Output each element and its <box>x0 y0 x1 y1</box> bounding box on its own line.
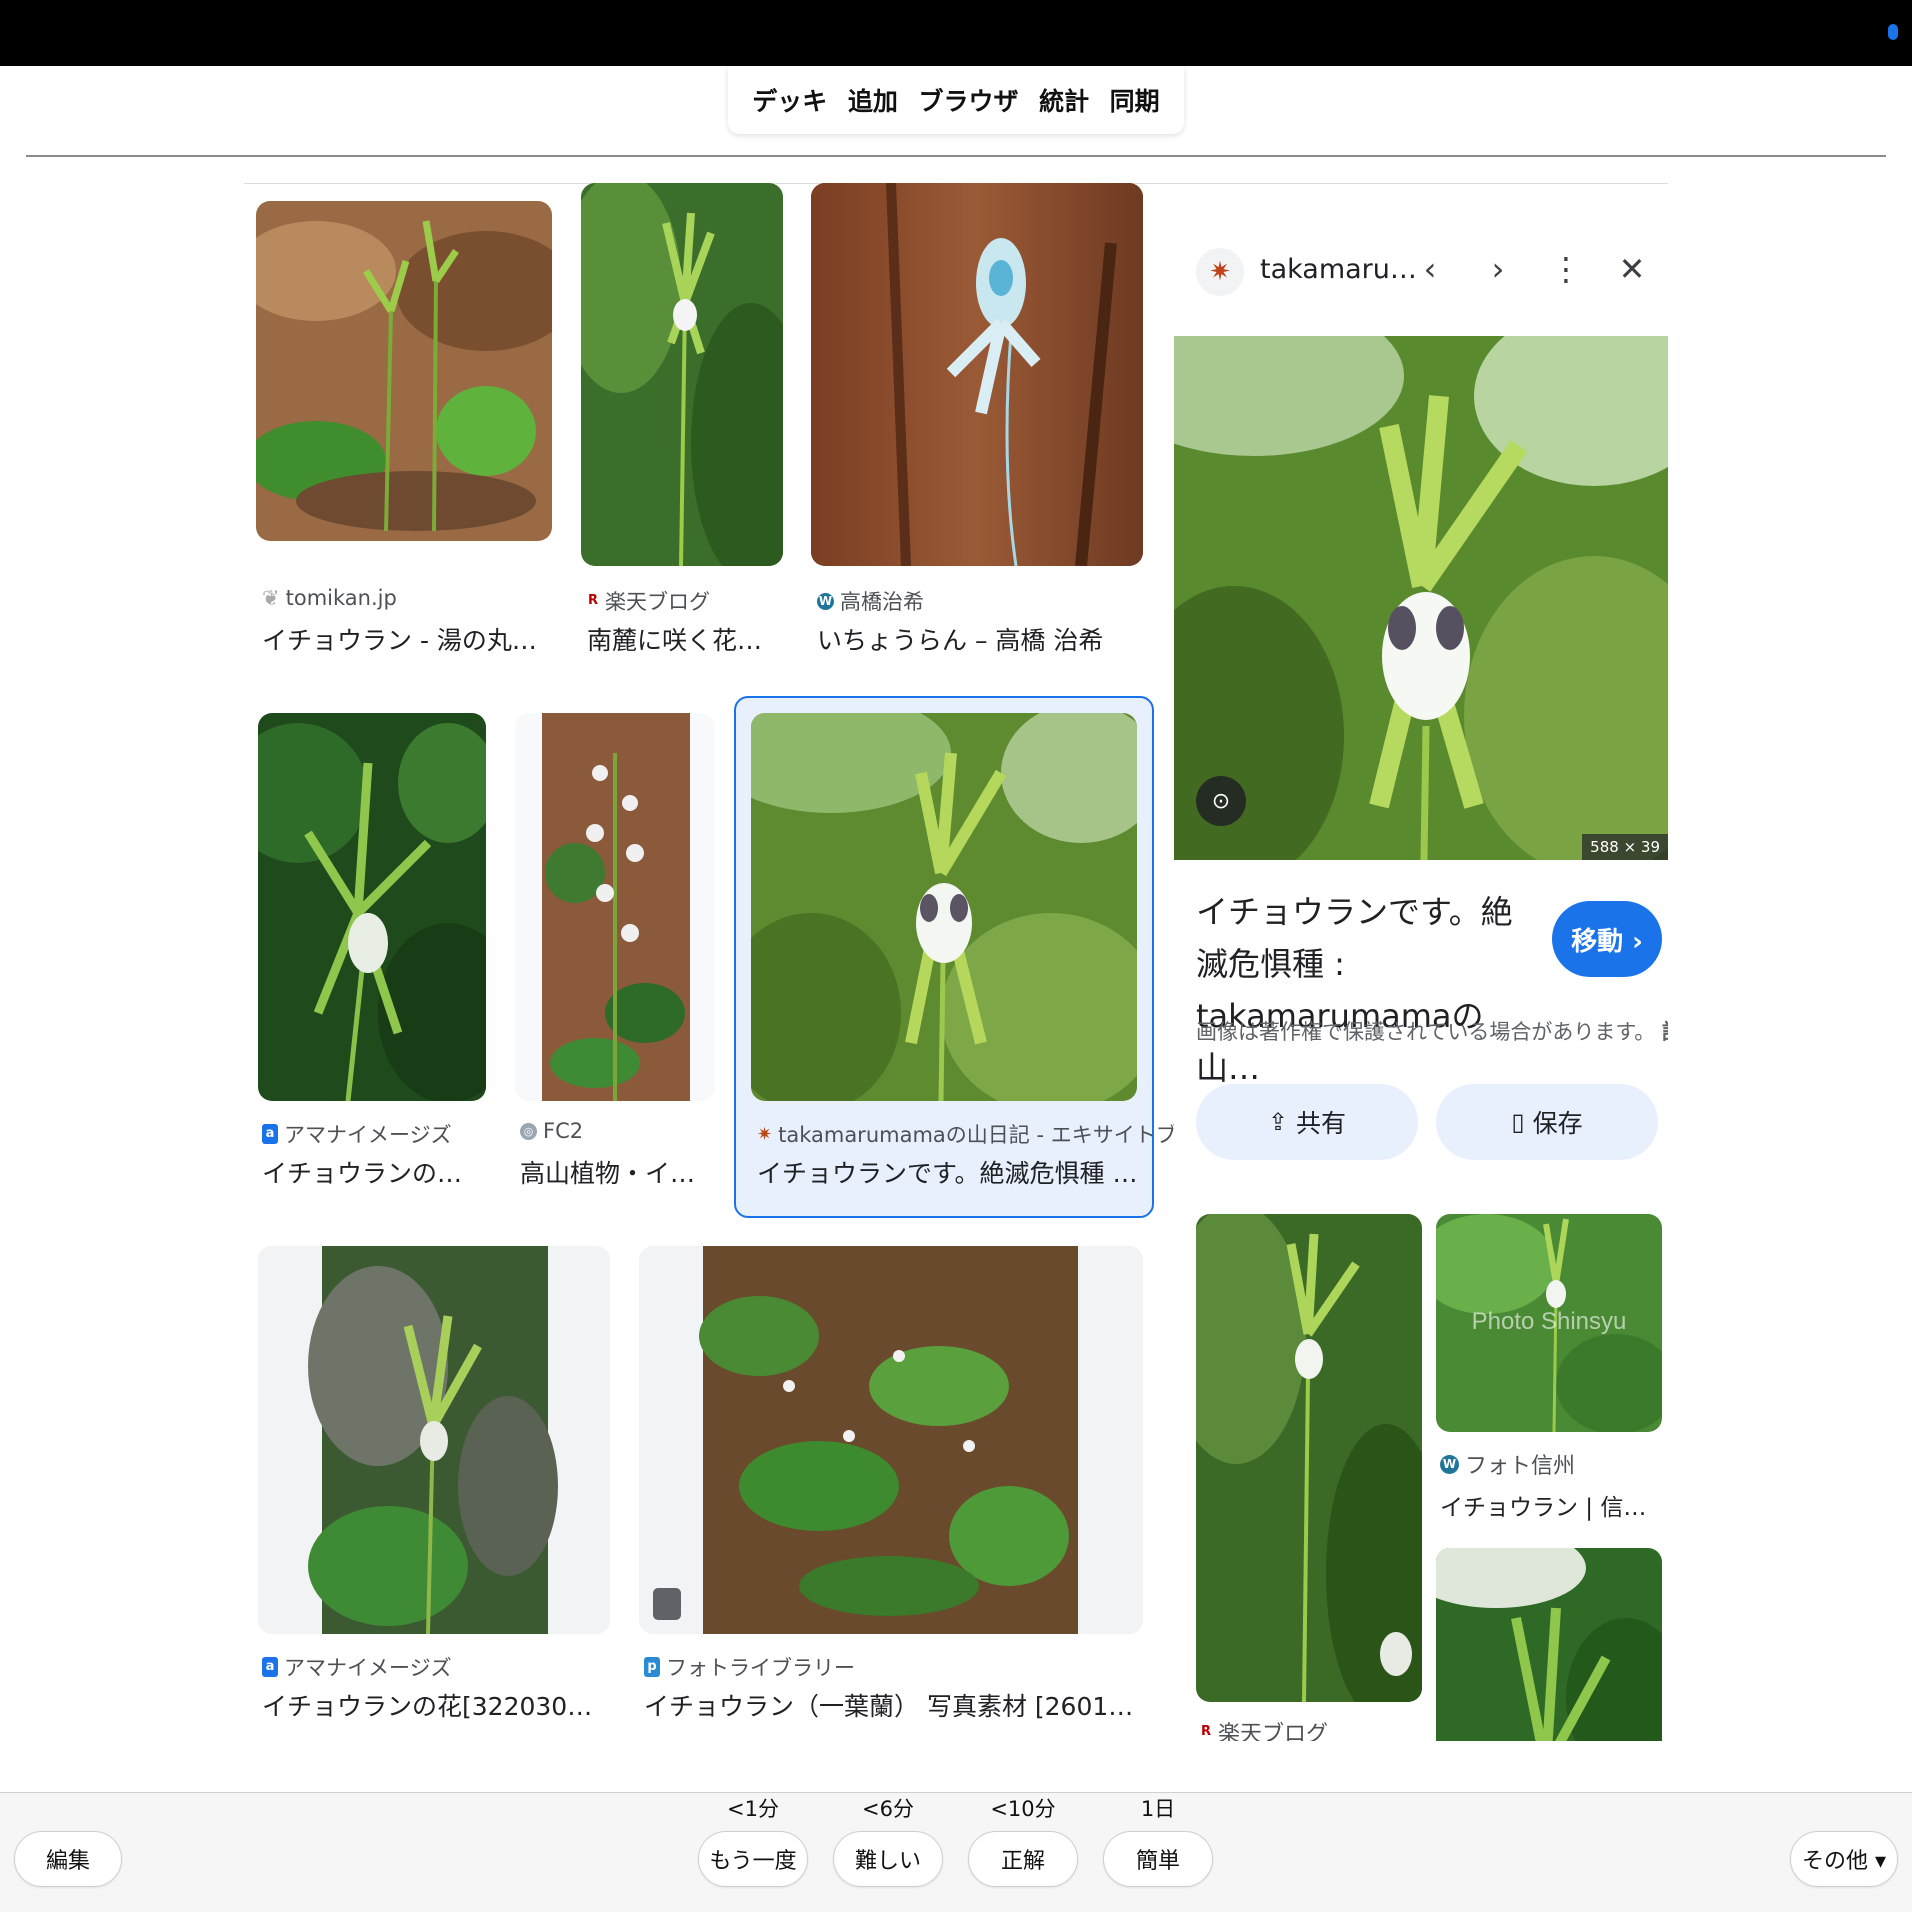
result-image-6[interactable] <box>751 713 1137 1101</box>
more-vert-icon[interactable]: ⋮ <box>1546 250 1586 288</box>
result-title-6[interactable]: イチョウランです。絶滅危惧種 : takam… <box>757 1154 1142 1190</box>
wordpress-icon: W <box>1440 1454 1459 1474</box>
hard-button[interactable]: 難しい <box>833 1831 943 1887</box>
amana-icon: a <box>262 1657 278 1677</box>
lens-search-icon[interactable]: ⊙ <box>1196 776 1246 826</box>
related-source-2: R 楽天ブログ <box>1200 1722 1329 1741</box>
result-source-2: R 楽天ブログ <box>587 590 710 614</box>
main-nav: デッキ 追加 ブラウザ 統計 同期 <box>728 66 1184 134</box>
good-time: <10分 <box>990 1797 1056 1821</box>
bookmark-icon: ▯ <box>1511 1108 1525 1136</box>
rakuten-icon: R <box>1200 1724 1211 1739</box>
related-image-3[interactable] <box>1436 1548 1662 1741</box>
again-time: <1分 <box>727 1797 779 1821</box>
result-source-6: ✷ takamarumamaの山日記 - エキサイトブログ <box>757 1123 1219 1147</box>
result-image-2[interactable] <box>581 183 783 566</box>
nav-add[interactable]: 追加 <box>848 82 898 118</box>
takamaru-icon: ✷ <box>757 1123 773 1145</box>
site-logo-icon: ✷ <box>1196 248 1244 296</box>
panel-source-name[interactable]: takamaru… <box>1260 254 1417 285</box>
easy-button[interactable]: 簡単 <box>1103 1831 1213 1887</box>
wordpress-icon: W <box>817 592 834 610</box>
result-title-7[interactable]: イチョウランの花[32203003448]… <box>262 1687 607 1723</box>
preview-title[interactable]: イチョウランです。絶滅危惧種 : takamarumamaの山… <box>1196 886 1536 1094</box>
top-bar <box>0 0 1912 66</box>
result-title-4[interactable]: イチョウランの花[32… <box>262 1154 482 1190</box>
again-button[interactable]: もう一度 <box>698 1831 808 1887</box>
result-title-2[interactable]: 南麓に咲く花、イ… <box>587 621 777 657</box>
save-button[interactable]: ▯ 保存 <box>1436 1084 1658 1160</box>
result-image-4[interactable] <box>258 713 486 1101</box>
related-image-2[interactable]: Photo Shinsyu <box>1436 1214 1662 1432</box>
nav-divider <box>26 155 1886 157</box>
copyright-notice: 画像は著作権で保護されている場合があります。 詳細 <box>1196 1016 1668 1046</box>
related-source-1: W フォト信州 <box>1440 1448 1575 1480</box>
share-icon: ⇪ <box>1267 1108 1289 1136</box>
previous-icon[interactable]: ‹ <box>1410 250 1450 288</box>
nav-stats[interactable]: 統計 <box>1039 82 1089 118</box>
fc2-icon: ◎ <box>520 1122 537 1140</box>
result-source-5: ◎ FC2 <box>520 1119 583 1143</box>
result-source-8: p フォトライブラリー <box>644 1652 855 1682</box>
status-dot <box>1888 24 1898 40</box>
card-content: ❦tomikan.jp イチョウラン - 湯の丸高原花暦 R楽天ブログ 南麓に咲… <box>244 183 1668 1741</box>
related-image-1[interactable] <box>1196 1214 1422 1702</box>
easy-time: 1日 <box>1140 1797 1176 1821</box>
rakuten-icon: R <box>587 593 598 608</box>
details-link[interactable]: 詳細 <box>1662 1020 1668 1044</box>
result-title-1[interactable]: イチョウラン - 湯の丸高原花暦 <box>262 621 552 657</box>
nav-decks[interactable]: デッキ <box>752 82 827 118</box>
result-source-3: W 高橋治希 <box>817 590 924 614</box>
hard-time: <6分 <box>862 1797 914 1821</box>
next-icon[interactable]: › <box>1478 250 1518 288</box>
result-source-7: a アマナイメージズ <box>262 1652 452 1682</box>
nav-sync[interactable]: 同期 <box>1110 82 1160 118</box>
image-dimensions: 588 × 39 <box>1582 834 1668 860</box>
nav-browse[interactable]: ブラウザ <box>918 82 1018 118</box>
good-button[interactable]: 正解 <box>968 1831 1078 1887</box>
result-title-5[interactable]: 高山植物・イチョ… <box>520 1154 710 1190</box>
panel-header: ✷ takamaru… ‹ › ⋮ ✕ <box>1174 226 1668 336</box>
result-source-4: a アマナイメージズ <box>262 1119 452 1149</box>
result-image-3[interactable] <box>811 183 1143 566</box>
result-image-1[interactable] <box>256 201 552 541</box>
preview-image[interactable]: ⊙ 588 × 39 <box>1174 336 1668 860</box>
close-icon[interactable]: ✕ <box>1612 250 1652 288</box>
result-source-1: ❦ tomikan.jp <box>262 586 397 610</box>
review-bar: 編集 <1分 もう一度 <6分 難しい <10分 正解 1日 簡単 その他 ▾ <box>0 1792 1912 1912</box>
result-image-5[interactable] <box>515 713 715 1101</box>
more-button[interactable]: その他 ▾ <box>1790 1831 1898 1887</box>
result-title-3[interactable]: いちょうらん – 高橋 治希 <box>817 621 1137 657</box>
edit-button[interactable]: 編集 <box>14 1831 122 1887</box>
visit-button[interactable]: 移動 › <box>1552 901 1662 977</box>
related-watermark: Photo Shinsyu <box>1472 1308 1627 1335</box>
result-image-8[interactable] <box>639 1246 1143 1634</box>
image-preview-panel: ✷ takamaru… ‹ › ⋮ ✕ ⊙ 588 × 39 イチョウランです。… <box>1174 226 1668 1741</box>
amana-icon: a <box>262 1124 278 1144</box>
photolibrary-icon: p <box>644 1657 660 1677</box>
share-button[interactable]: ⇪ 共有 <box>1196 1084 1418 1160</box>
source-icon: ❦ <box>262 586 280 610</box>
result-title-8[interactable]: イチョウラン（一葉蘭） 写真素材 [2601130] - フ… <box>644 1687 1139 1723</box>
result-image-7[interactable] <box>258 1246 610 1634</box>
related-title-1[interactable]: イチョウラン | 信州の風景… <box>1440 1488 1665 1522</box>
